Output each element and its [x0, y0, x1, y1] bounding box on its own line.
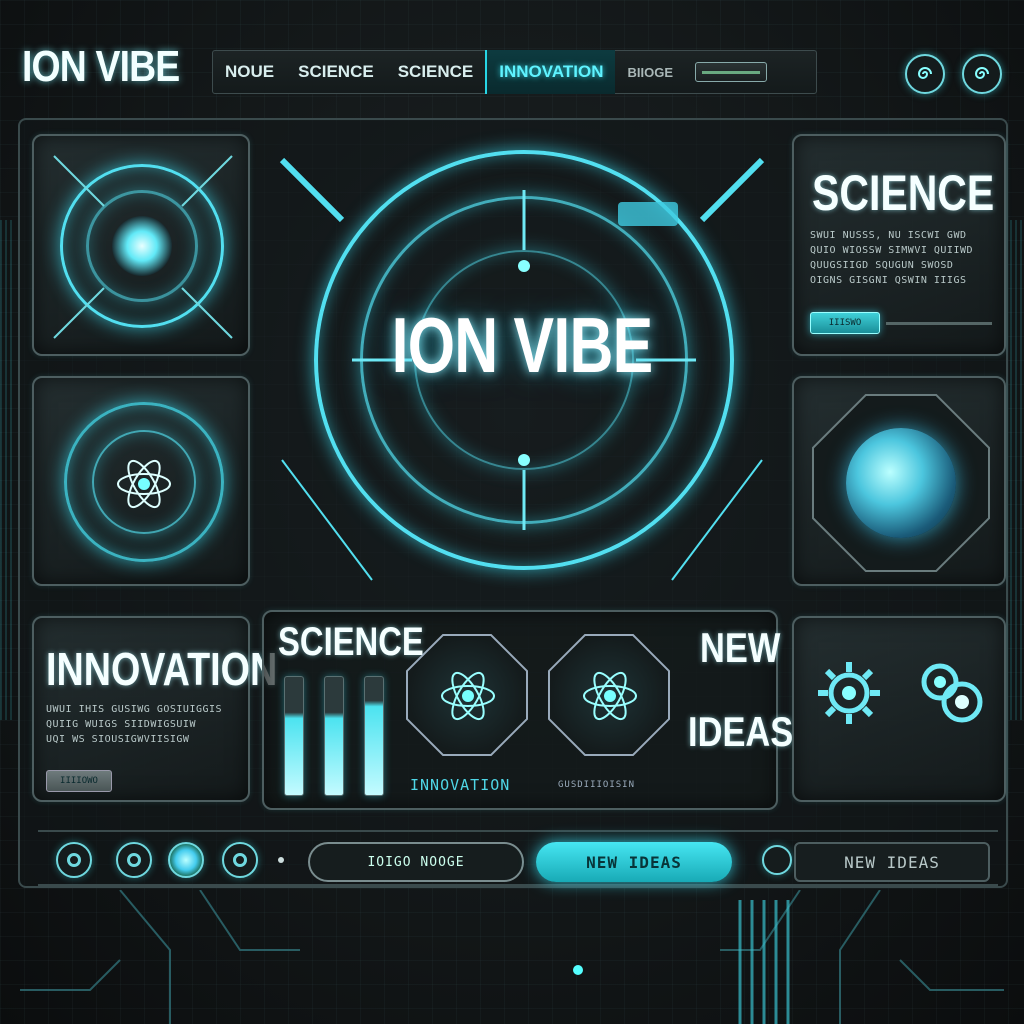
footer-bar: IOIGO NOOGE NEW IDEAS NEW IDEAS — [38, 830, 998, 886]
level-bar — [324, 676, 344, 796]
innovation-card-button[interactable]: IIIIOWO — [46, 770, 112, 792]
science-card-text: SWUI NUSSS, NU ISCWI GWD QUIO WIOSSW SIM… — [810, 228, 996, 288]
strip-caption: GUSDIIIOISIN — [558, 780, 636, 790]
atom-badge[interactable] — [406, 634, 528, 756]
brand-logo[interactable]: ION VIBE — [22, 42, 180, 92]
atom-icon — [117, 459, 171, 509]
nav-item-biioge[interactable]: BIIOGE — [615, 50, 685, 94]
left-edge-lines — [0, 220, 14, 720]
science-card-line: OIGNS GISGNI QSWIN IIIGS — [810, 275, 967, 286]
science-card-line: QUUGSIIGD SQUGUN SWOSD — [810, 260, 954, 271]
target-icon[interactable] — [56, 842, 92, 878]
new-ideas-secondary-button[interactable]: NEW IDEAS — [794, 842, 990, 882]
level-bars — [284, 676, 384, 796]
nav-item-noue[interactable]: NOUE — [213, 50, 286, 94]
top-nav: NOUE SCIENCE SCIENCE INNOVATION BIIOGE — [212, 50, 817, 94]
innovation-card-text: UWUI IHIS GUSIWG GOSIUIGGIS QUIIG WUIGS … — [46, 702, 242, 747]
header: ION VIBE NOUE SCIENCE SCIENCE INNOVATION… — [22, 32, 1012, 102]
reactor-lines — [53, 155, 233, 339]
spiral-icon-2[interactable] — [962, 54, 1002, 94]
science-card: SCIENCE SWUI NUSSS, NU ISCWI GWD QUIO WI… — [792, 134, 1006, 356]
science-card-button[interactable]: IIISWO — [810, 312, 880, 334]
globe-icon — [846, 428, 956, 538]
innovation-card-line: QUIIG WUIGS SIIDWIGSUIW — [46, 719, 196, 730]
hero-title: ION VIBE — [391, 301, 654, 389]
target-icon-2[interactable] — [116, 842, 152, 878]
innovation-card-title: INNOVATION — [46, 643, 278, 695]
level-bar — [364, 676, 384, 796]
circuit-traces — [20, 890, 1004, 1024]
spiral-icon[interactable] — [905, 54, 945, 94]
atom-badge-2[interactable] — [548, 634, 670, 756]
nav-slider[interactable] — [695, 62, 767, 82]
new-ideas-button[interactable]: NEW IDEAS — [536, 842, 732, 882]
strip-new-label: NEW — [700, 624, 781, 671]
gears-panel[interactable] — [792, 616, 1006, 802]
gear-icon — [818, 662, 880, 724]
innovation-card: INNOVATION UWUI IHIS GUSIWG GOSIUIGGIS Q… — [32, 616, 277, 802]
strip-ideas-label: IDEAS — [688, 708, 794, 755]
reactor-panel[interactable] — [32, 134, 250, 356]
right-edge-lines — [1010, 220, 1024, 720]
atom-panel[interactable] — [32, 376, 250, 586]
innovation-card-line: UQI WS SIOUSIGWVIISIGW — [46, 734, 190, 745]
globe-panel[interactable] — [792, 376, 1006, 586]
science-card-line: QUIO WIOSSW SIMWVI QUIIWD — [810, 245, 974, 256]
gears-icon — [921, 663, 983, 723]
science-card-divider — [886, 322, 992, 325]
science-card-title: SCIENCE — [812, 165, 995, 221]
level-bar — [284, 676, 304, 796]
atom-icon — [583, 671, 637, 721]
nav-item-science-2[interactable]: SCIENCE — [386, 50, 486, 94]
feature-strip: SCIENCE INNOVATION GUSDIIIOISIN NEW IDEA… — [262, 610, 793, 810]
spiral-icon-footer[interactable] — [222, 842, 258, 878]
nav-item-science[interactable]: SCIENCE — [286, 50, 386, 94]
atom-icon — [441, 671, 495, 721]
strip-innovation-label: INNOVATION — [410, 776, 511, 794]
hero-hub: ION VIBE — [262, 130, 782, 600]
outline-button[interactable]: IOIGO NOOGE — [308, 842, 524, 882]
dot-indicator — [278, 857, 284, 863]
strip-science-label: SCIENCE — [278, 620, 424, 664]
science-card-line: SWUI NUSSS, NU ISCWI GWD — [810, 230, 967, 241]
innovation-card-line: UWUI IHIS GUSIWG GOSIUIGGIS — [46, 704, 223, 715]
spiral-icon-small[interactable] — [762, 845, 792, 875]
glow-orb-icon[interactable] — [168, 842, 204, 878]
nav-item-innovation[interactable]: INNOVATION — [485, 50, 616, 94]
